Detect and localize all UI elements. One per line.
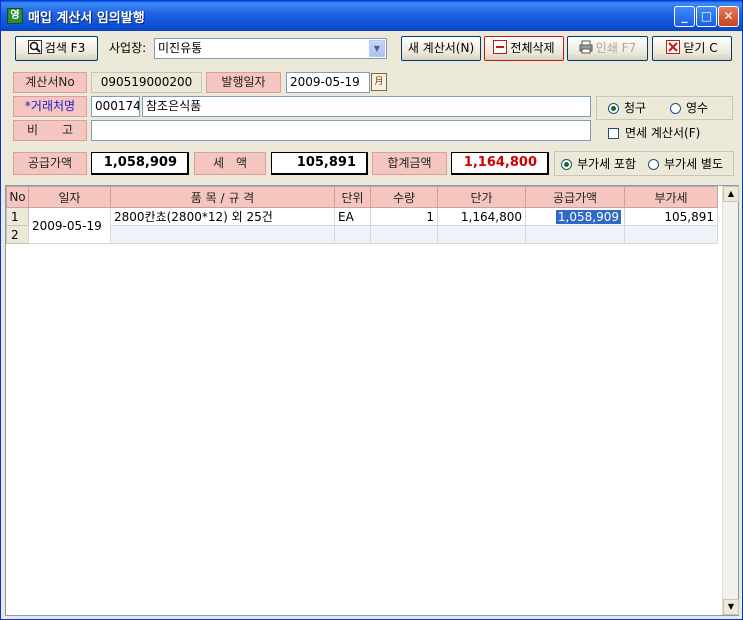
maximize-button[interactable]: □ <box>696 6 717 27</box>
row-qty[interactable]: 1 <box>370 207 438 226</box>
issue-date-label: 발행일자 <box>206 72 281 93</box>
radio-off-icon <box>670 103 681 114</box>
receipt-radio-label: 영수 <box>686 101 709 115</box>
close-icon <box>666 39 681 54</box>
remarks-label: 비 고 <box>13 120 87 141</box>
row-item[interactable] <box>110 225 335 244</box>
vat-include-label: 부가세 포함 <box>577 157 637 171</box>
delete-icon <box>493 39 508 54</box>
row-number: 2 <box>6 225 29 244</box>
radio-off-icon <box>648 159 659 170</box>
receipt-radio[interactable]: 영수 <box>670 101 708 115</box>
search-button[interactable]: 검색 F3 <box>15 36 98 61</box>
col-header-supply[interactable]: 공급가액 <box>525 186 625 208</box>
window-title: 매입 계산서 임의발행 <box>28 11 145 26</box>
total-amount-label: 합계금액 <box>372 152 447 175</box>
col-header-unit[interactable]: 단위 <box>334 186 371 208</box>
title-bar[interactable]: 영 매입 계산서 임의발행 _ □ ✕ <box>1 1 742 31</box>
radio-on-icon <box>608 103 619 114</box>
invoice-window: 영 매입 계산서 임의발행 _ □ ✕ 검색 F3 사업장: 미진유통 ▼ 새 … <box>0 0 743 620</box>
items-grid[interactable]: No 일자 품 목 / 규 격 단위 수량 단가 공급가액 부가세 1 2009… <box>5 185 739 616</box>
print-button-label: 인쇄 F7 <box>595 41 637 55</box>
supply-amount-label: 공급가액 <box>13 152 87 175</box>
row-price[interactable]: 1,164,800 <box>437 207 526 226</box>
col-header-no[interactable]: No <box>6 186 29 208</box>
remarks-field[interactable] <box>91 120 591 141</box>
row-vat[interactable] <box>624 225 718 244</box>
vat-include-radio[interactable]: 부가세 포함 <box>561 157 636 171</box>
selected-cell-value: 1,058,909 <box>555 209 621 224</box>
issue-date-field[interactable]: 2009-05-19 <box>286 72 370 93</box>
claim-radio-label: 청구 <box>624 101 647 115</box>
site-select[interactable]: 미진유통 ▼ <box>154 38 387 59</box>
claim-radio[interactable]: 청구 <box>608 101 646 115</box>
taxfree-checkbox[interactable]: 면세 계산서(F) <box>608 126 700 140</box>
chevron-down-icon[interactable]: ▼ <box>369 40 385 57</box>
row-supply[interactable]: 1,058,909 <box>525 207 625 226</box>
scroll-down-icon[interactable]: ▼ <box>723 599 739 615</box>
vertical-scrollbar[interactable]: ▲ ▼ <box>722 186 739 615</box>
vat-separate-label: 부가세 별도 <box>664 157 724 171</box>
magnifier-icon <box>27 39 42 54</box>
radio-on-icon <box>561 159 572 170</box>
printer-icon <box>579 39 593 54</box>
delete-all-button[interactable]: 전체삭제 <box>484 36 564 61</box>
close-button[interactable]: 닫기 C <box>652 36 732 61</box>
invoice-no-label: 계산서No <box>13 72 87 93</box>
col-header-vat[interactable]: 부가세 <box>624 186 718 208</box>
customer-label: *거래처명 <box>13 96 87 117</box>
customer-code-field[interactable]: 000174 <box>91 96 140 117</box>
claim-type-group: 청구 영수 <box>596 96 733 120</box>
invoice-no-field: 090519000200 <box>91 72 202 93</box>
row-price[interactable] <box>437 225 526 244</box>
row-item[interactable]: 2800칸쵸(2800*12) 외 25건 <box>110 207 335 226</box>
col-header-item[interactable]: 품 목 / 규 격 <box>110 186 335 208</box>
print-button[interactable]: 인쇄 F7 <box>567 36 648 61</box>
table-row[interactable]: 1 2009-05-19 2800칸쵸(2800*12) 외 25건 EA 1 … <box>6 207 718 244</box>
vat-separate-radio[interactable]: 부가세 별도 <box>648 157 723 171</box>
tax-amount-label: 세 액 <box>194 152 266 175</box>
minimize-button[interactable]: _ <box>674 6 695 27</box>
row-supply[interactable] <box>525 225 625 244</box>
close-button-label: 닫기 C <box>683 41 718 55</box>
row-qty[interactable] <box>370 225 438 244</box>
row-date[interactable]: 2009-05-19 <box>28 207 111 244</box>
tax-amount-value: 105,891 <box>271 152 368 175</box>
customer-name-field[interactable]: 참조은식품 <box>142 96 591 117</box>
site-select-value: 미진유통 <box>158 41 203 55</box>
row-number: 1 <box>6 207 29 226</box>
site-label: 사업장: <box>109 41 147 55</box>
grid-header-row: No 일자 품 목 / 규 격 단위 수량 단가 공급가액 부가세 <box>6 186 718 208</box>
close-window-button[interactable]: ✕ <box>718 6 739 27</box>
receipt-app-icon: 영 <box>7 8 23 24</box>
delete-all-label: 전체삭제 <box>510 41 555 55</box>
calendar-icon[interactable]: 月 <box>371 73 387 91</box>
table-row[interactable]: 2 <box>6 225 718 244</box>
row-unit[interactable]: EA <box>334 207 371 226</box>
items-table: No 일자 품 목 / 규 격 단위 수량 단가 공급가액 부가세 1 2009… <box>6 186 718 244</box>
checkbox-icon <box>608 128 619 139</box>
total-amount-value: 1,164,800 <box>451 152 549 175</box>
row-unit[interactable] <box>334 225 371 244</box>
vat-mode-group: 부가세 포함 부가세 별도 <box>554 151 734 176</box>
supply-amount-value: 1,058,909 <box>91 152 189 175</box>
scroll-up-icon[interactable]: ▲ <box>723 186 739 202</box>
taxfree-label: 면세 계산서(F) <box>625 126 701 140</box>
col-header-price[interactable]: 단가 <box>437 186 526 208</box>
new-invoice-button-label: 새 계산서(N) <box>407 41 475 55</box>
col-header-qty[interactable]: 수량 <box>370 186 438 208</box>
col-header-date[interactable]: 일자 <box>28 186 111 208</box>
search-button-label: 검색 F3 <box>44 41 86 55</box>
row-vat[interactable]: 105,891 <box>624 207 718 226</box>
new-invoice-button[interactable]: 새 계산서(N) <box>401 36 481 61</box>
